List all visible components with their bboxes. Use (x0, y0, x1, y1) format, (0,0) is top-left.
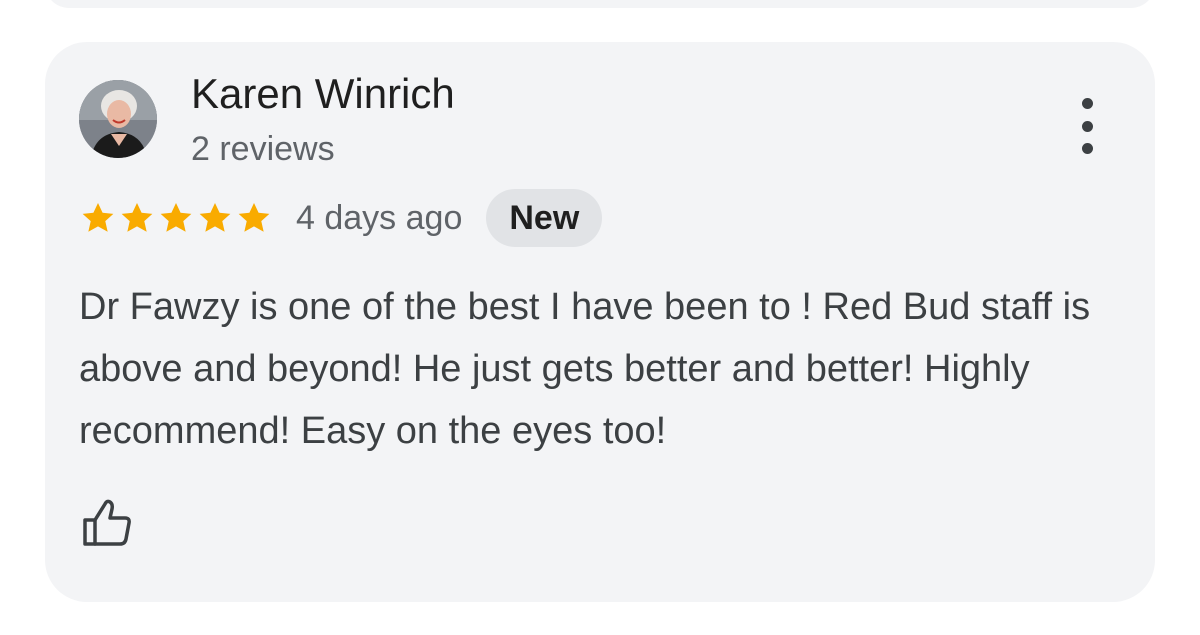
more-vert-icon-dot (1081, 143, 1093, 154)
review-text: Dr Fawzy is one of the best I have been … (79, 286, 1091, 452)
star-rating (79, 199, 274, 237)
more-vert-icon (1081, 98, 1093, 109)
like-button[interactable] (79, 494, 135, 550)
reviewer-name[interactable]: Karen Winrich (191, 70, 455, 118)
review-date: 4 days ago (296, 198, 463, 237)
star-icon (238, 202, 270, 232)
more-options-button[interactable] (1063, 98, 1111, 154)
avatar-photo (79, 80, 157, 158)
star-icon (121, 202, 153, 232)
reviewer-review-count: 2 reviews (191, 130, 335, 168)
star-icon (160, 202, 192, 232)
star-icon (199, 202, 231, 232)
more-vert-icon-dot (1081, 120, 1093, 132)
rating-row: 4 days ago New (79, 188, 603, 248)
previous-review-card (45, 0, 1155, 8)
avatar[interactable] (79, 80, 157, 158)
review-card: Karen Winrich 2 reviews 4 days ago New D… (45, 42, 1155, 602)
new-badge: New (486, 189, 603, 247)
thumb-up-icon (83, 499, 131, 546)
star-icon (82, 202, 114, 232)
